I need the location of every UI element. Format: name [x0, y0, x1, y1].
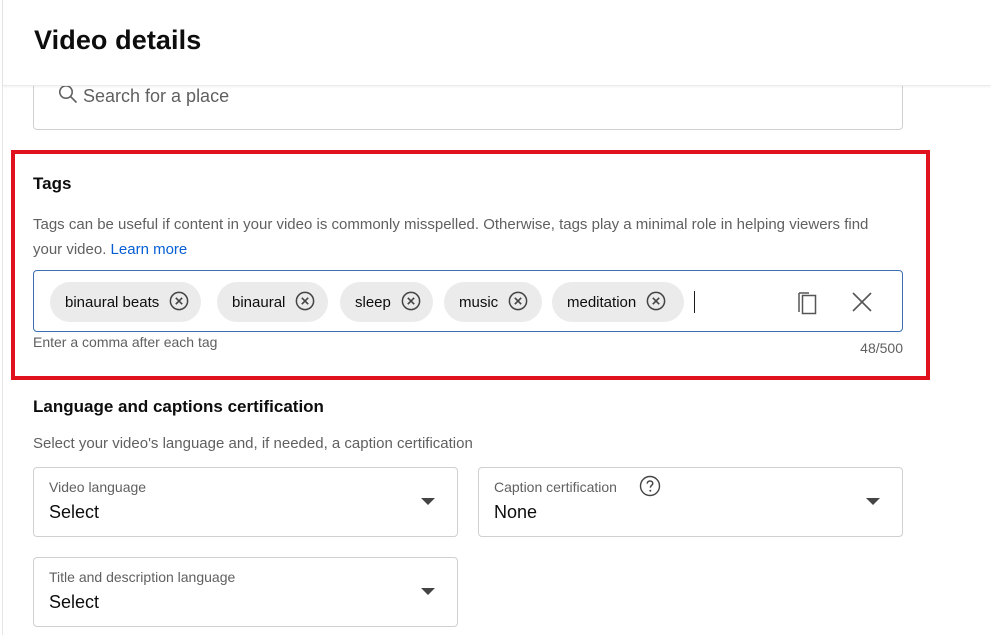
- video-language-label: Video language: [49, 479, 147, 495]
- close-icon: [846, 292, 878, 321]
- learn-more-link[interactable]: Learn more: [111, 241, 188, 258]
- language-section-description: Select your video's language and, if nee…: [33, 435, 473, 452]
- remove-tag-button[interactable]: [295, 291, 315, 314]
- tags-section-title: Tags: [33, 174, 72, 193]
- close-circle-icon: [295, 291, 315, 314]
- tag-chip-label: binaural beats: [65, 293, 160, 311]
- tags-input-field[interactable]: binaural beats binaural sleep music medi…: [33, 270, 903, 332]
- title-description-language-label: Title and description language: [49, 569, 236, 585]
- search-icon: [58, 84, 78, 104]
- page-header: Video details: [3, 0, 991, 86]
- copy-icon: [792, 292, 824, 321]
- tag-chip-meditation: meditation: [552, 282, 684, 322]
- tag-chip-label: sleep: [355, 293, 391, 311]
- tag-chip-label: binaural: [232, 293, 286, 311]
- close-circle-icon: [508, 291, 528, 314]
- title-description-language-value: Select: [49, 592, 100, 612]
- page-title: Video details: [34, 25, 202, 55]
- close-circle-icon: [401, 291, 421, 314]
- copy-tags-button[interactable]: [792, 286, 824, 318]
- caption-certification-value: None: [494, 502, 538, 522]
- remove-tag-button[interactable]: [646, 291, 666, 314]
- tag-chip-binaural: binaural: [217, 282, 328, 322]
- video-details-page: Video details Tags Tags can be useful if…: [0, 0, 991, 635]
- help-icon[interactable]: [639, 475, 661, 497]
- close-circle-icon: [646, 291, 666, 314]
- title-description-language-select[interactable]: Title and description language Select: [33, 557, 458, 627]
- remove-tag-button[interactable]: [508, 291, 528, 314]
- video-language-select[interactable]: Video language Select: [33, 467, 458, 537]
- remove-tag-button[interactable]: [169, 291, 189, 314]
- clear-tags-button[interactable]: [846, 286, 878, 318]
- dropdown-arrow-icon: [421, 498, 435, 505]
- tag-chip-label: music: [459, 293, 499, 311]
- tag-chip-sleep: sleep: [340, 282, 433, 322]
- sidebar-divider: [2, 0, 3, 635]
- tag-chip-music: music: [444, 282, 542, 322]
- tags-description: Tags can be useful if content in your vi…: [33, 212, 873, 262]
- location-search-input[interactable]: [83, 84, 483, 108]
- text-cursor: [694, 291, 695, 313]
- dropdown-arrow-icon: [866, 498, 880, 505]
- tag-chip-label: meditation: [567, 293, 637, 311]
- tag-chip-binaural-beats: binaural beats: [50, 282, 201, 322]
- remove-tag-button[interactable]: [401, 291, 421, 314]
- close-circle-icon: [169, 291, 189, 314]
- dropdown-arrow-icon: [421, 588, 435, 595]
- tags-character-count: 48/500: [860, 340, 903, 356]
- tags-hint: Enter a comma after each tag: [33, 334, 218, 350]
- language-section-title: Language and captions certification: [33, 397, 324, 416]
- video-language-value: Select: [49, 502, 100, 522]
- caption-certification-label: Caption certification: [494, 479, 617, 495]
- caption-certification-select[interactable]: Caption certification None: [478, 467, 903, 537]
